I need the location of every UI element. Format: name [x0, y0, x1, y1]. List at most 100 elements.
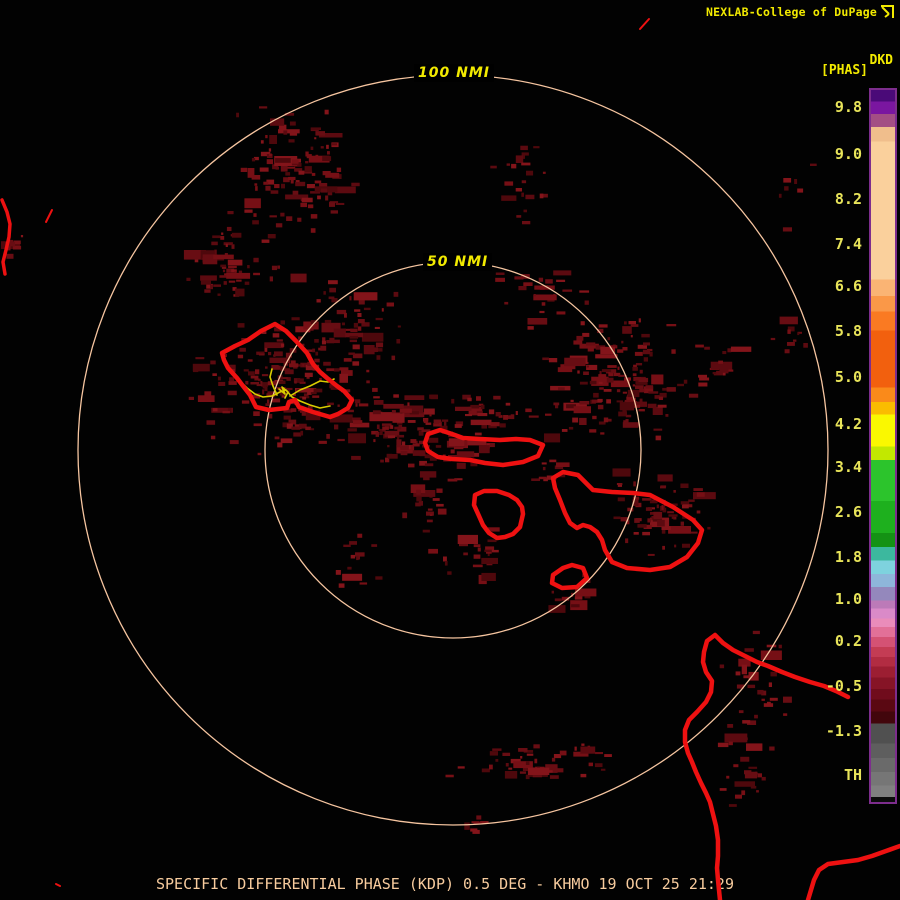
echo-speckle — [477, 547, 481, 552]
echo-speckle — [589, 429, 597, 433]
echo-speckle — [347, 566, 352, 570]
echo-speckle — [671, 516, 675, 519]
echo-speckle — [595, 752, 603, 755]
echo-speckle — [245, 380, 249, 385]
echo-speckle — [794, 179, 798, 184]
echo-speckle — [653, 428, 663, 431]
echo-speckle — [218, 381, 226, 386]
echo-speckle — [783, 178, 792, 183]
echo-speckle — [515, 411, 518, 415]
echo-speckle — [617, 497, 625, 502]
echo-speckle — [204, 289, 211, 293]
echo-speckle — [747, 684, 756, 689]
echo-speckle — [632, 366, 638, 371]
echo-speckle — [538, 476, 547, 480]
echo-speckle — [616, 400, 623, 403]
echo-speckle — [429, 513, 433, 516]
echo-speckle — [661, 526, 671, 530]
echo-speckle — [476, 396, 481, 401]
echo-speckle — [428, 548, 438, 554]
echo-speckle — [264, 342, 284, 349]
echo-speckle — [323, 361, 331, 366]
echo-speckle — [667, 511, 674, 514]
island-outline-kahoolawe — [549, 562, 590, 591]
echo-speckle — [342, 573, 363, 581]
echo-speckle — [295, 181, 306, 187]
echo-speckle — [456, 451, 475, 458]
echo-speckle — [397, 325, 401, 328]
echo-speckle — [784, 186, 789, 191]
echo-speckle — [594, 763, 603, 768]
echo-speckle — [668, 514, 678, 517]
echo-speckle — [630, 324, 639, 327]
echo-speckle — [350, 328, 358, 333]
echo-speckle — [286, 216, 293, 221]
echo-speckle — [391, 410, 396, 414]
echo-speckle — [638, 318, 641, 323]
echo-speckle — [244, 209, 253, 213]
echo-speckle — [436, 503, 444, 507]
echo-speckle — [633, 481, 636, 487]
echo-speckle — [400, 451, 408, 456]
echo-speckle — [416, 497, 422, 502]
echo-speckle — [283, 415, 291, 420]
echo-speckle — [357, 313, 362, 317]
colorbar-label: 8.2 — [834, 190, 862, 208]
echo-speckle — [539, 310, 545, 314]
echo-speckle — [657, 519, 665, 527]
echo-speckle — [554, 598, 562, 602]
echo-speckle — [637, 524, 647, 528]
echo-speckle — [291, 159, 299, 164]
echo-speckle — [450, 449, 455, 454]
radar-scene — [0, 18, 900, 900]
echo-speckle — [568, 426, 574, 430]
echo-speckle — [655, 435, 662, 441]
echo-speckle — [335, 202, 345, 205]
echo-speckle — [271, 398, 281, 403]
echo-speckle — [381, 423, 392, 426]
echo-speckle — [339, 373, 348, 383]
echo-speckle — [476, 815, 482, 820]
echo-speckle — [352, 344, 360, 350]
echo-speckle — [683, 379, 688, 384]
echo-speckle — [383, 403, 404, 409]
echo-speckle — [641, 333, 650, 338]
echo-speckle — [260, 380, 263, 384]
echo-speckle — [254, 183, 258, 186]
echo-speckle — [607, 337, 611, 341]
echo-speckle — [234, 270, 237, 273]
echo-speckle — [661, 505, 664, 510]
echo-speckle — [666, 387, 676, 392]
echo-speckle — [237, 354, 244, 359]
echo-speckle — [647, 553, 655, 556]
echo-speckle — [271, 265, 278, 271]
artifact-streak-top — [639, 18, 650, 30]
echo-speckle — [407, 420, 416, 423]
echo-speckle — [325, 195, 329, 201]
echo-speckle — [617, 349, 624, 353]
echo-speckle — [561, 429, 568, 432]
echo-speckle — [269, 153, 272, 157]
echo-speckle — [341, 322, 345, 326]
echo-speckle — [213, 254, 234, 260]
echo-speckle — [444, 560, 448, 566]
echo-speckle — [639, 369, 643, 374]
echo-speckle — [371, 544, 378, 547]
colorbar-label: 0.2 — [834, 632, 862, 650]
echo-speckle — [269, 276, 273, 282]
echo-speckle — [625, 414, 632, 418]
echo-speckle — [222, 269, 226, 273]
echo-speckle — [247, 168, 255, 178]
echo-speckle — [247, 265, 250, 269]
echo-speckle — [599, 370, 602, 375]
echo-speckle — [210, 360, 216, 365]
echo-speckle — [317, 195, 321, 200]
echo-speckle — [761, 776, 766, 781]
colorbar-label: 3.4 — [834, 458, 862, 476]
echo-speckle — [673, 490, 676, 493]
echo-speckle — [693, 488, 703, 491]
echo-speckle — [240, 167, 248, 172]
echo-speckle — [204, 391, 212, 397]
echo-speckle — [235, 288, 245, 297]
echo-speckle — [592, 415, 597, 420]
